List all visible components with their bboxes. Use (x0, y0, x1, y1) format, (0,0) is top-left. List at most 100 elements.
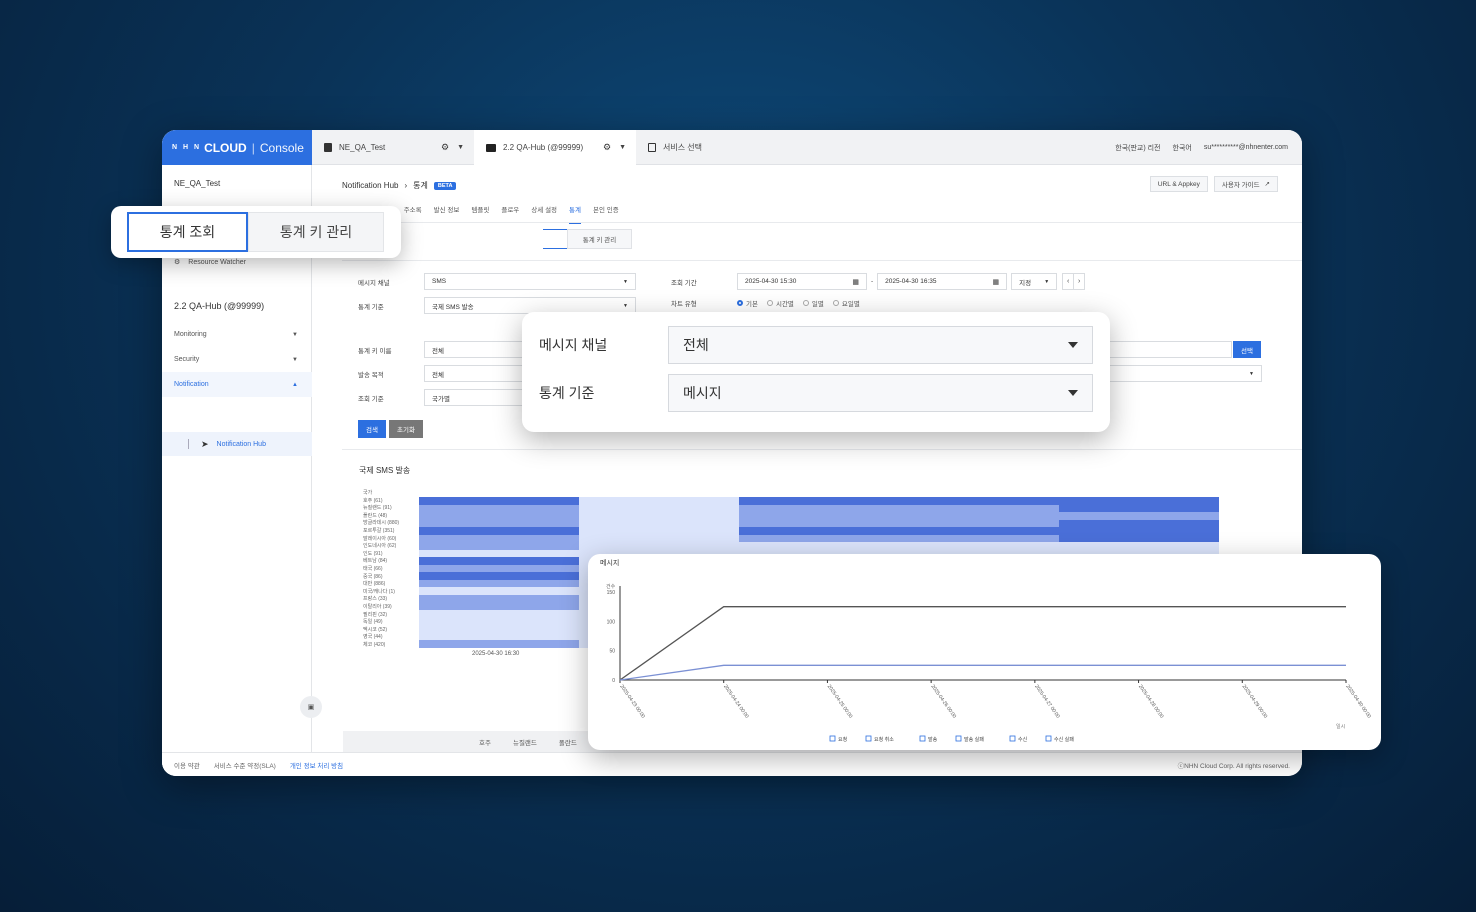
chevron-up-icon: ▲ (292, 381, 298, 388)
project-tab-label: 2.2 QA-Hub (@99999) (503, 143, 584, 152)
radio-basic[interactable]: 기본 (737, 298, 758, 308)
x-tick-label: 2025-04-29 00:00 (1241, 684, 1269, 720)
search-button[interactable]: 검색 (358, 420, 386, 438)
channel-value: SMS (432, 278, 447, 285)
heatmap-row-label: 뉴질랜드 (91) (363, 505, 392, 512)
subtab-2[interactable]: 주소록 (404, 201, 422, 219)
heatmap-row-label: 베트남 (84) (363, 558, 388, 565)
calendar-icon[interactable]: ▦ (993, 278, 1000, 286)
org-tab[interactable]: NE_QA_Test ⚙ ▼ (312, 130, 474, 165)
url-appkey-button[interactable]: URL & Appkey (1149, 176, 1208, 192)
chevron-down-icon: ▼ (1044, 278, 1050, 285)
radio-label: 시간별 (775, 301, 794, 308)
gear-icon[interactable]: ⚙ (603, 142, 611, 153)
heatmap-row-label: 필리핀 (32) (363, 611, 388, 618)
sub-item-label: Notification Hub (216, 440, 266, 448)
sidebar-item-notification-hub[interactable]: ➤ Notification Hub (162, 432, 312, 456)
key-row: 통계 키 이름 전체 (358, 341, 544, 358)
zoom-basis-select[interactable]: 메시지 (668, 374, 1093, 412)
zoom-filter-callout: 메시지 채널 전체 통계 기준 메시지 (522, 312, 1110, 432)
language-selector[interactable]: 한국어 (1173, 143, 1192, 153)
chevron-down-icon: ▼ (292, 331, 298, 338)
radio-label: 일별 (811, 301, 824, 308)
calendar-icon[interactable]: ▦ (852, 278, 859, 286)
tab-stats-view[interactable]: 통계 조회 (127, 212, 248, 252)
period-preset-value: 지정 (1019, 279, 1032, 287)
top-right-menu: 한국(판교) 리전 한국어 su**********@nhnenter.com (1115, 130, 1288, 165)
heatmap-title: 국제 SMS 발송 (359, 466, 411, 475)
gear-icon[interactable]: ⚙ (441, 142, 449, 153)
x-tick-label: 2025-04-25 00:00 (826, 684, 854, 720)
extra-select[interactable]: ▼ (1092, 365, 1262, 382)
channel-select[interactable]: SMS ▼ (424, 273, 636, 290)
footer-terms-link[interactable]: 이용 약관 (174, 760, 200, 770)
heatmap-row-labels: 국가 호주 (61) 뉴질랜드 (91) 폴란드 (48) 방글라데시 (880) 포르… (363, 490, 399, 649)
sidebar-item-security[interactable]: Security ▼ (162, 347, 312, 372)
target-row: 발송 목적 전체 (358, 365, 544, 382)
x-axis-unit: 일시 (1336, 723, 1345, 730)
grid-icon (648, 143, 656, 152)
breadcrumb-service[interactable]: Notification Hub (342, 181, 398, 190)
period-end-value: 2025-04-30 16:35 (885, 278, 937, 285)
period-preset-select[interactable]: 지정 ▼ (1011, 273, 1058, 290)
legend-checkbox (1009, 735, 1016, 742)
legend-label: 발송 (928, 736, 938, 743)
subtab-5[interactable]: 플로우 (501, 201, 519, 219)
sidebar-project[interactable]: 2.2 QA-Hub (@99999) (174, 301, 264, 311)
footer-sla-link[interactable]: 서비스 수준 약정(SLA) (214, 760, 276, 770)
radio-daily[interactable]: 일별 (802, 298, 824, 308)
heatmap-row-label: 독일 (49) (363, 619, 383, 626)
user-account[interactable]: su**********@nhnenter.com (1204, 144, 1288, 151)
legend-checkbox (829, 735, 836, 742)
zoom-channel-row: 메시지 채널 전체 (539, 326, 1093, 364)
tab-stats-key-manage[interactable]: 통계 키 관리 (567, 229, 632, 249)
chevron-down-icon: ▼ (292, 356, 298, 363)
zoom-basis-label: 통계 기준 (539, 385, 595, 401)
subtab-7[interactable]: 통계 (569, 201, 581, 224)
bottom-label: 뉴질랜드 (512, 740, 537, 747)
next-period-button[interactable]: › (1073, 273, 1086, 290)
sidebar-item-resource-watcher[interactable]: ⚙ Resource Watcher (174, 258, 246, 267)
subtab-4[interactable]: 템플릿 (471, 201, 489, 219)
service-tab[interactable]: 서비스 선택 (636, 130, 756, 165)
region-selector[interactable]: 한국(판교) 리전 (1115, 143, 1160, 153)
radio-hourly[interactable]: 시간별 (766, 298, 794, 308)
key-value: 전체 (432, 347, 444, 355)
brand-logo[interactable]: N H N CLOUD | Console (162, 130, 312, 165)
sidebar-item-monitoring[interactable]: Monitoring ▼ (162, 322, 312, 347)
select-button[interactable]: 선택 (1233, 341, 1261, 358)
zoom-channel-select[interactable]: 전체 (668, 326, 1093, 364)
sidebar-org[interactable]: NE_QA_Test (174, 179, 220, 188)
heatmap-row-label: 방글라데시 (880) (363, 520, 400, 527)
reset-button[interactable]: 초기화 (389, 420, 423, 438)
project-tab[interactable]: 2.2 QA-Hub (@99999) ⚙ ▼ (474, 130, 636, 165)
tab-stats-key-management[interactable]: 통계 키 관리 (248, 212, 384, 252)
guide-label: 사용자 가이드 (1221, 182, 1260, 189)
footer-privacy-link[interactable]: 개인 정보 처리 방침 (290, 760, 343, 770)
period-start-input[interactable]: 2025-04-30 15:30 ▦ (737, 273, 867, 290)
subtab-3[interactable]: 발신 정보 (434, 201, 460, 219)
tab-stats-view-edge[interactable] (543, 229, 569, 249)
send-icon: ➤ (201, 438, 209, 449)
subtab-6[interactable]: 상세 설정 (531, 201, 557, 219)
zoom-basis-value: 메시지 (683, 385, 722, 401)
y-tick-label: 100 (607, 619, 616, 625)
sidebar-item-notification[interactable]: Notification ▲ (162, 372, 312, 397)
radio-weekday[interactable]: 요일별 (832, 298, 860, 308)
period-end-input[interactable]: 2025-04-30 16:35 ▦ (877, 273, 1008, 290)
legend-label: 요청 (838, 737, 847, 743)
header-buttons: URL & Appkey 사용자 가이드 ↗ (1149, 176, 1278, 192)
target-value: 전체 (432, 371, 444, 379)
basis-value: 국제 SMS 발송 (432, 303, 474, 311)
heatmap-x-label: 2025-04-30 16:30 (472, 651, 520, 657)
chevron-right-icon: › (404, 181, 408, 190)
subtab-8[interactable]: 본인 인증 (593, 201, 619, 219)
radio-label: 기본 (746, 301, 758, 308)
gear-icon: ⚙ (174, 259, 181, 266)
chevron-down-icon[interactable]: ▼ (457, 144, 464, 151)
bottom-label: 폴란드 (558, 740, 577, 747)
chevron-down-icon[interactable]: ▼ (619, 144, 626, 151)
guide-button[interactable]: 사용자 가이드 ↗ (1213, 176, 1278, 192)
beta-badge: BETA (433, 181, 457, 190)
key-search-input[interactable] (1092, 341, 1232, 358)
